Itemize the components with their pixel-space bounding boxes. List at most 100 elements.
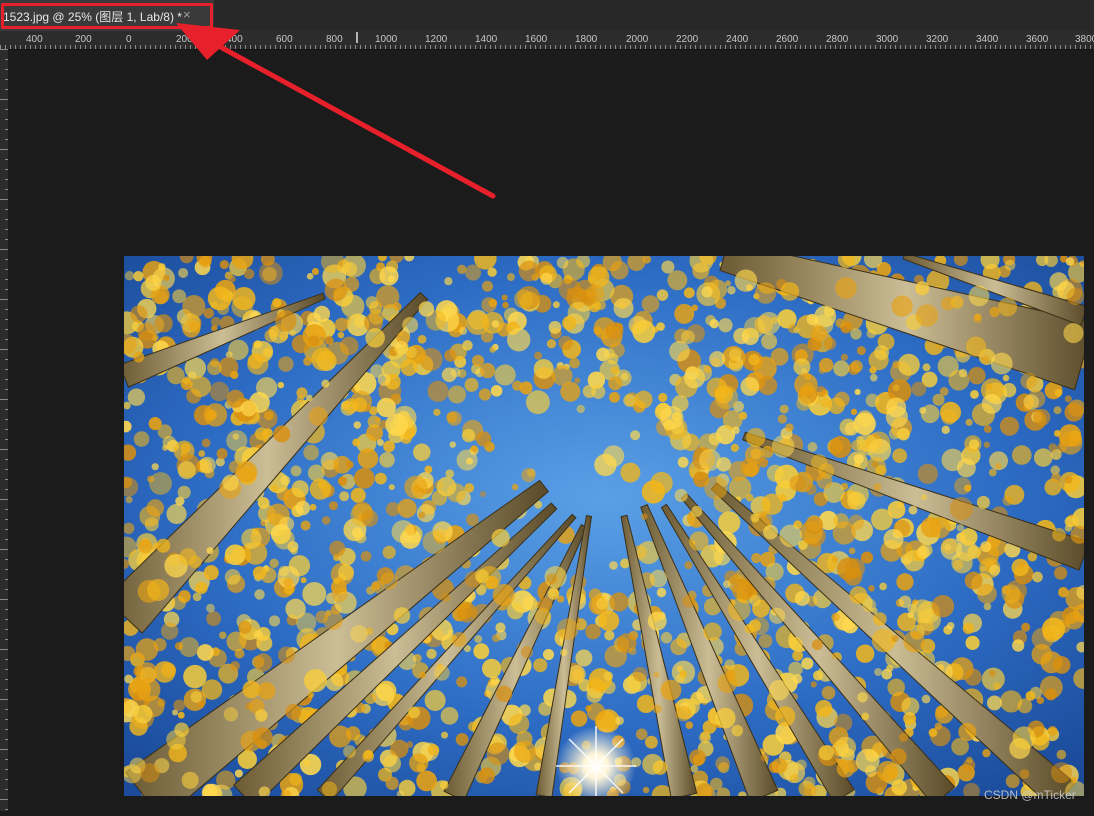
foliage-cluster <box>321 379 330 388</box>
foliage-cluster <box>475 569 489 583</box>
foliage-cluster <box>303 356 313 366</box>
foliage-cluster <box>481 280 494 292</box>
foliage-cluster <box>285 703 302 720</box>
foliage-cluster <box>201 679 223 700</box>
foliage-cluster <box>801 657 814 670</box>
ruler-label: 3200 <box>926 34 949 45</box>
foliage-cluster <box>259 261 283 285</box>
foliage-cluster <box>823 337 837 350</box>
foliage-cluster <box>605 321 624 340</box>
foliage-cluster <box>958 722 977 742</box>
foliage-cluster <box>456 602 478 623</box>
foliage-cluster <box>749 594 761 607</box>
foliage-cluster <box>779 404 789 414</box>
foliage-cluster <box>949 497 974 521</box>
foliage-cluster <box>586 702 606 721</box>
foliage-cluster <box>989 564 1001 576</box>
foliage-cluster <box>993 682 1001 690</box>
foliage-cluster <box>427 380 449 402</box>
foliage-cluster <box>608 376 623 391</box>
foliage-cluster <box>609 391 620 403</box>
foliage-cluster <box>669 340 690 362</box>
foliage-cluster <box>962 622 975 635</box>
foliage-cluster <box>374 472 387 485</box>
foliage-cluster <box>995 462 1002 470</box>
foliage-cluster <box>148 417 162 431</box>
ruler-label: 1600 <box>525 34 548 45</box>
foliage-cluster <box>439 780 449 790</box>
foliage-cluster <box>987 695 1002 711</box>
foliage-cluster <box>871 628 896 653</box>
foliage-cluster <box>444 349 457 362</box>
foliage-cluster <box>674 488 688 503</box>
foliage-cluster <box>337 476 348 486</box>
foliage-cluster <box>745 493 754 502</box>
ruler-label: 3400 <box>976 34 999 45</box>
foliage-cluster <box>795 759 807 771</box>
foliage-cluster <box>496 685 513 702</box>
foliage-cluster <box>818 367 826 374</box>
canvas-image[interactable] <box>124 256 1084 796</box>
vertical-ruler-ticks <box>0 49 8 810</box>
foliage-cluster <box>744 623 755 634</box>
foliage-cluster <box>689 531 709 551</box>
foliage-cluster <box>426 648 437 660</box>
foliage-cluster <box>1064 475 1073 484</box>
foliage-cluster <box>160 622 179 640</box>
foliage-cluster <box>321 516 331 525</box>
foliage-cluster <box>1064 402 1084 422</box>
foliage-cluster <box>831 556 839 563</box>
foliage-cluster <box>892 360 901 369</box>
foliage-cluster <box>203 565 219 581</box>
foliage-cluster <box>828 397 845 415</box>
horizontal-ruler[interactable]: 400 200 0 200 400 600 800 1000 1200 1400… <box>0 31 1094 50</box>
foliage-cluster <box>748 353 760 366</box>
foliage-cluster <box>888 427 901 440</box>
foliage-cluster <box>173 699 186 712</box>
ruler-label: 800 <box>326 34 343 45</box>
foliage-cluster <box>615 716 624 725</box>
foliage-cluster <box>853 453 864 464</box>
annotation-highlight-box <box>1 3 213 29</box>
foliage-cluster <box>533 658 548 673</box>
foliage-cluster <box>291 480 309 498</box>
foliage-cluster <box>892 448 908 464</box>
foliage-cluster <box>274 528 295 550</box>
foliage-cluster <box>632 666 648 682</box>
foliage-cluster <box>376 438 384 447</box>
foliage-cluster <box>983 602 992 611</box>
foliage-cluster <box>203 307 215 319</box>
foliage-cluster <box>816 473 833 489</box>
foliage-cluster <box>434 665 450 681</box>
foliage-cluster <box>147 578 170 602</box>
ruler-label: 600 <box>276 34 293 45</box>
foliage-cluster <box>855 748 880 773</box>
foliage-cluster <box>652 704 662 714</box>
foliage-cluster <box>770 347 789 366</box>
foliage-cluster <box>1066 287 1084 306</box>
foliage-cluster <box>382 545 396 559</box>
foliage-cluster <box>789 475 806 492</box>
foliage-cluster <box>941 425 950 434</box>
foliage-cluster <box>831 653 838 660</box>
foliage-cluster <box>546 573 558 585</box>
foliage-cluster <box>436 476 457 497</box>
foliage-cluster <box>701 286 713 298</box>
foliage-cluster <box>257 497 270 509</box>
vertical-ruler[interactable] <box>0 49 8 811</box>
foliage-cluster <box>1044 688 1057 701</box>
foliage-cluster <box>385 776 399 790</box>
foliage-cluster <box>135 638 159 661</box>
foliage-cluster <box>850 328 862 340</box>
foliage-cluster <box>699 449 721 471</box>
foliage-cluster <box>946 622 955 630</box>
foliage-cluster <box>422 530 447 554</box>
foliage-cluster <box>486 742 510 766</box>
foliage-cluster <box>464 377 479 392</box>
foliage-cluster <box>547 588 560 600</box>
foliage-cluster <box>850 360 863 373</box>
foliage-cluster <box>596 597 609 610</box>
foliage-cluster <box>1054 388 1063 397</box>
foliage-cluster <box>811 325 828 342</box>
foliage-cluster <box>658 392 668 403</box>
